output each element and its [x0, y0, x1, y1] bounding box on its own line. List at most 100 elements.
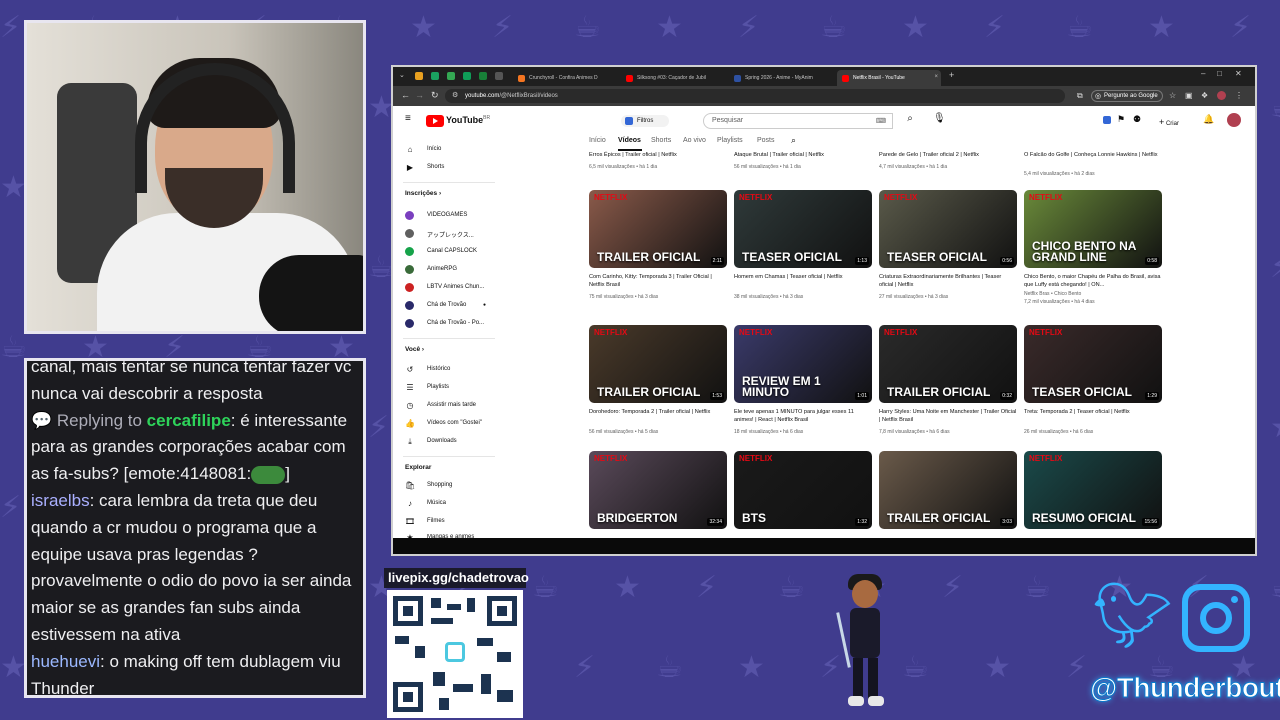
- channel-search-icon[interactable]: ⌕: [791, 135, 796, 146]
- pinned-tab-icon[interactable]: [463, 72, 471, 80]
- video-thumbnail[interactable]: NETFLIX TEASER OFICIAL 0:56: [879, 190, 1017, 268]
- site-info-icon[interactable]: ⚙: [452, 91, 458, 99]
- hamburger-menu-icon[interactable]: ≡: [405, 113, 411, 124]
- video-channel[interactable]: Netflix Bras • Chico Bento: [1024, 291, 1162, 297]
- video-title[interactable]: Dorohedoro: Temporada 2 | Trailer oficia…: [589, 409, 727, 417]
- video-thumbnail[interactable]: NETFLIX TEASER OFICIAL 1:13: [734, 190, 872, 268]
- video-thumbnail[interactable]: NETFLIX TRAILER OFICIAL 2:11: [589, 190, 727, 268]
- install-icon[interactable]: ⧉: [1077, 91, 1083, 101]
- tab-menu-icon[interactable]: ⌄: [399, 71, 405, 79]
- sidebar-item-watch-later[interactable]: ◷ Assistir mais tarde: [403, 401, 477, 416]
- video-thumbnail[interactable]: NETFLIX CHICO BENTO NA GRAND LINE 0:58: [1024, 190, 1162, 268]
- chat-username[interactable]: huehuevi: [31, 652, 100, 671]
- video-title[interactable]: Chico Bento, o maior Chapéu de Palha do …: [1024, 274, 1162, 289]
- video-thumbnail[interactable]: TRAILER OFICIAL 3:03: [879, 451, 1017, 529]
- video-thumbnail[interactable]: NETFLIX TEASER OFICIAL 1:29: [1024, 325, 1162, 403]
- video-title[interactable]: Parede de Gelo | Trailer oficial 2 | Net…: [879, 152, 1017, 160]
- bg-pattern-icon: ★: [614, 570, 641, 605]
- video-title[interactable]: Erros Épicos | Trailer oficial | Netflix: [589, 152, 727, 160]
- tab-myanimelist[interactable]: Spring 2026 - Anime - MyAnim: [729, 70, 833, 86]
- video-thumbnail[interactable]: NETFLIX TRAILER OFICIAL 0:32: [879, 325, 1017, 403]
- close-tab-icon[interactable]: ×: [934, 74, 938, 80]
- tag-icon[interactable]: ⚑: [1117, 114, 1125, 125]
- video-thumbnail[interactable]: NETFLIX BRIDGERTON 32:34: [589, 451, 727, 529]
- cast-icon[interactable]: ⚉: [1133, 114, 1141, 125]
- tab-posts[interactable]: Posts: [757, 137, 775, 144]
- sidebar-item-home[interactable]: ⌂ Início: [403, 145, 442, 160]
- url-field[interactable]: ⚙ youtube.com/@NetflixBrasil/videos: [445, 89, 1065, 103]
- video-title[interactable]: Com Carinho, Kitty: Temporada 3 | Traile…: [589, 274, 727, 289]
- filters-button[interactable]: Filtros: [621, 115, 669, 127]
- video-thumbnail[interactable]: NETFLIX RESUMO OFICIAL 15:56: [1024, 451, 1162, 529]
- back-icon[interactable]: ←: [401, 90, 410, 100]
- video-thumbnail[interactable]: NETFLIX BTS 1:32: [734, 451, 872, 529]
- avatar[interactable]: [1227, 113, 1241, 127]
- video-title[interactable]: Harry Styles: Uma Noite em Manchester | …: [879, 409, 1017, 424]
- create-button[interactable]: + Criar: [1159, 114, 1191, 128]
- sidebar-item-channel[interactable]: AnimeRPG: [403, 265, 457, 280]
- ask-google-button[interactable]: ◎ Pergunte ao Google: [1091, 90, 1163, 102]
- sidebar-item-channel[interactable]: VIDEOGAMES: [403, 211, 467, 226]
- sidebar-item-channel[interactable]: Canal CAPSLOCK: [403, 247, 477, 262]
- maximize-icon[interactable]: □: [1217, 69, 1222, 78]
- notifications-bell-icon[interactable]: 🔔: [1203, 114, 1214, 125]
- pinned-tab-icon[interactable]: [479, 72, 487, 80]
- you-heading[interactable]: Você ›: [405, 346, 424, 353]
- extension-badge-icon[interactable]: [1103, 116, 1111, 124]
- tab-live[interactable]: Ao vivo: [683, 137, 706, 144]
- video-title[interactable]: Homem em Chamas | Teaser oficial | Netfl…: [734, 274, 872, 282]
- video-title[interactable]: Criaturas Extraordinariamente Brilhantes…: [879, 274, 1017, 289]
- forward-icon[interactable]: →: [415, 90, 424, 100]
- pinned-tab-icon[interactable]: [447, 72, 455, 80]
- sidebar-item-shopping[interactable]: 🛍 Shopping: [403, 481, 452, 496]
- youtube-logo-icon[interactable]: [426, 115, 444, 127]
- video-title[interactable]: Ataque Brutal | Trailer oficial | Netfli…: [734, 152, 872, 160]
- reload-icon[interactable]: ↻: [431, 90, 439, 101]
- tab-videos[interactable]: Vídeos: [618, 137, 641, 144]
- search-input[interactable]: Pesquisar ⌨: [703, 113, 893, 129]
- sidebar-item-movies[interactable]: 🎞 Filmes: [403, 517, 445, 532]
- pinned-tab-icon[interactable]: [415, 72, 423, 80]
- sidebar-item-channel[interactable]: LBTV Animes Chun...: [403, 283, 484, 298]
- tab-silksong[interactable]: Silksong #03: Caçador de Jubil: [621, 70, 725, 86]
- close-window-icon[interactable]: ✕: [1235, 69, 1242, 78]
- sidebar-item-shorts[interactable]: ▶ Shorts: [403, 163, 444, 178]
- chat-username[interactable]: cercafilipe: [147, 411, 231, 430]
- video-title[interactable]: Treta: Temporada 2 | Teaser oficial | Ne…: [1024, 409, 1162, 417]
- sidebar-item-channel[interactable]: Chá de Trovão ●: [403, 301, 486, 316]
- sidebar-item-music[interactable]: ♪ Música: [403, 499, 446, 514]
- video-thumbnail[interactable]: NETFLIX TRAILER OFICIAL 1:53: [589, 325, 727, 403]
- video-thumbnail[interactable]: NETFLIX REVIEW EM 1 MINUTO 1:01: [734, 325, 872, 403]
- search-button[interactable]: ⌕: [896, 113, 924, 129]
- tab-shorts[interactable]: Shorts: [651, 137, 671, 144]
- voice-search-icon[interactable]: 🎙: [933, 113, 946, 124]
- sidebar-item-history[interactable]: ↺ Histórico: [403, 365, 451, 380]
- tab-home[interactable]: Início: [589, 137, 606, 144]
- profile-avatar[interactable]: [1217, 91, 1226, 100]
- pinned-tab-icon[interactable]: [495, 72, 503, 80]
- extension-icon[interactable]: ▣: [1185, 91, 1193, 100]
- sidebar-item-playlists[interactable]: ☰ Playlists: [403, 383, 449, 398]
- minimize-icon[interactable]: –: [1201, 69, 1205, 78]
- chat-username[interactable]: israelbs: [31, 491, 90, 510]
- sidebar-item-downloads[interactable]: ⤓ Downloads: [403, 437, 456, 452]
- pinned-tab-icon[interactable]: [431, 72, 439, 80]
- netflix-logo: NETFLIX: [1029, 454, 1063, 463]
- tab-crunchyroll[interactable]: Crunchyroll - Confira Animes D: [513, 70, 617, 86]
- youtube-logo-text[interactable]: YouTubeBR: [446, 115, 490, 125]
- extensions-puzzle-icon[interactable]: ❖: [1201, 91, 1208, 100]
- mascot-character: [836, 572, 894, 708]
- new-tab-button[interactable]: +: [949, 70, 954, 80]
- browser-menu-icon[interactable]: ⋮: [1235, 91, 1243, 100]
- keyboard-icon[interactable]: ⌨: [876, 117, 886, 125]
- video-title[interactable]: Ele teve apenas 1 MINUTO para julgar ess…: [734, 409, 872, 424]
- tab-playlists[interactable]: Playlists: [717, 137, 743, 144]
- sidebar-item-channel[interactable]: Chá de Trovão - Po...: [403, 319, 484, 334]
- bookmark-star-icon[interactable]: ☆: [1169, 91, 1176, 100]
- video-duration: 3:03: [1000, 518, 1014, 526]
- video-title[interactable]: O Falcão do Golfe | Conheça Lonnie Hawki…: [1024, 152, 1162, 160]
- sidebar-item-liked[interactable]: 👍 Vídeos com "Gostei": [403, 419, 482, 434]
- tab-netflix-youtube[interactable]: Netflix Brasil - YouTube ×: [837, 70, 941, 86]
- subscriptions-heading[interactable]: Inscrições ›: [405, 190, 441, 197]
- sidebar-item-channel[interactable]: アップレックス...: [403, 229, 474, 244]
